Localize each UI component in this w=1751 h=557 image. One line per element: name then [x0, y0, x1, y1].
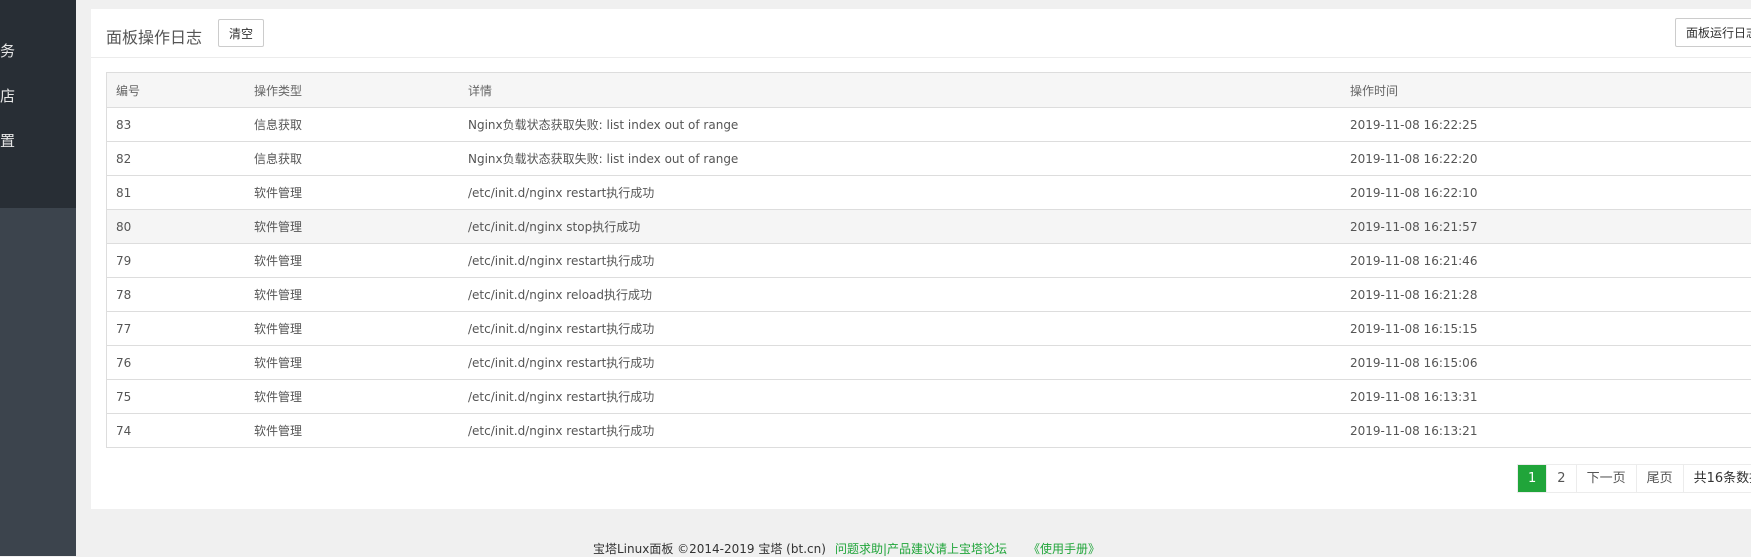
cell-time: 2019-11-08 16:15:06 [1341, 345, 1751, 380]
cell-detail: /etc/init.d/nginx restart执行成功 [459, 345, 1341, 380]
cell-time: 2019-11-08 16:15:15 [1341, 311, 1751, 346]
cell-time: 2019-11-08 16:22:20 [1341, 141, 1751, 176]
page-1-button[interactable]: 1 [1518, 465, 1547, 492]
table-row: 81 软件管理/etc/init.d/nginx restart执行成功 2019-… [107, 175, 1751, 210]
cell-type: 软件管理 [245, 413, 459, 447]
cell-time: 2019-11-08 16:13:21 [1341, 413, 1751, 447]
last-page-button[interactable]: 尾页 [1635, 465, 1683, 492]
cell-detail: Nginx负载状态获取失败: list index out of range [459, 141, 1341, 176]
table-header-row: 编号 操作类型 详情 操作时间 [107, 73, 1751, 108]
copyright-text: 宝塔Linux面板 ©2014-2019 宝塔 (bt.cn) [593, 542, 826, 556]
table-row: 75 软件管理/etc/init.d/nginx restart执行成功 2019-… [107, 379, 1751, 414]
table-row: 80 软件管理/etc/init.d/nginx stop执行成功 2019-11-… [107, 209, 1751, 244]
next-page-button[interactable]: 下一页 [1575, 465, 1636, 492]
cell-type: 信息获取 [245, 141, 459, 176]
cell-time: 2019-11-08 16:21:46 [1341, 243, 1751, 278]
cell-time: 2019-11-08 16:21:57 [1341, 209, 1751, 244]
cell-detail: /etc/init.d/nginx reload执行成功 [459, 277, 1341, 312]
cell-detail: /etc/init.d/nginx restart执行成功 [459, 311, 1341, 346]
cell-time: 2019-11-08 16:22:25 [1341, 107, 1751, 142]
table-row: 79 软件管理/etc/init.d/nginx restart执行成功 2019-… [107, 243, 1751, 278]
page-2-button[interactable]: 2 [1546, 465, 1575, 492]
page-title: 面板操作日志 [106, 28, 203, 47]
cell-detail: /etc/init.d/nginx restart执行成功 [459, 379, 1341, 414]
cell-type: 软件管理 [245, 345, 459, 380]
table-row: 83 信息获取 Nginx负载状态获取失败: list index out of r… [107, 107, 1751, 142]
cell-type: 软件管理 [245, 311, 459, 346]
sidebar-item-tasks[interactable]: 务 [0, 41, 76, 61]
cell-detail: /etc/init.d/nginx restart执行成功 [459, 243, 1341, 278]
cell-time: 2019-11-08 16:21:28 [1341, 277, 1751, 312]
forum-link[interactable]: 问题求助|产品建议请上宝塔论坛 [835, 540, 1007, 557]
column-header-time: 操作时间 [1341, 73, 1751, 108]
cell-type: 软件管理 [245, 175, 459, 210]
pagination: 1 2 下一页 尾页 共16条数据 [1517, 464, 1751, 493]
table-row: 82 信息获取 Nginx负载状态获取失败: list index out of r… [107, 141, 1751, 176]
cell-id: 80 [107, 209, 245, 244]
sidebar: 务 店 置 [0, 0, 76, 556]
table-row: 78 软件管理/etc/init.d/nginx reload执行成功 2019-1… [107, 277, 1751, 312]
cell-time: 2019-11-08 16:13:31 [1341, 379, 1751, 414]
panel-run-log-button[interactable]: 面板运行日志 [1675, 18, 1751, 47]
cell-detail: Nginx负载状态获取失败: list index out of range [459, 107, 1341, 142]
cell-type: 软件管理 [245, 379, 459, 414]
column-header-type: 操作类型 [245, 73, 459, 108]
log-table: 编号 操作类型 详情 操作时间 83 信息获取 Nginx负载状态获取失败: lis… [106, 72, 1751, 448]
panel-header: 面板操作日志 清空 面板运行日志 [91, 9, 1751, 58]
cell-id: 81 [107, 175, 245, 210]
clear-button[interactable]: 清空 [218, 19, 265, 47]
cell-id: 83 [107, 107, 245, 142]
cell-id: 79 [107, 243, 245, 278]
table-row: 74 软件管理/etc/init.d/nginx restart执行成功 2019-… [107, 413, 1751, 447]
cell-detail: /etc/init.d/nginx restart执行成功 [459, 175, 1341, 210]
cell-time: 2019-11-08 16:22:10 [1341, 175, 1751, 210]
manual-link[interactable]: 《使用手册》 [1028, 540, 1100, 557]
cell-id: 75 [107, 379, 245, 414]
cell-type: 软件管理 [245, 277, 459, 312]
cell-id: 77 [107, 311, 245, 346]
cell-id: 82 [107, 141, 245, 176]
cell-detail: /etc/init.d/nginx stop执行成功 [459, 209, 1341, 244]
cell-type: 软件管理 [245, 209, 459, 244]
column-header-id: 编号 [107, 73, 245, 108]
cell-detail: /etc/init.d/nginx restart执行成功 [459, 413, 1341, 447]
cell-id: 74 [107, 413, 245, 447]
log-panel: 面板操作日志 清空 面板运行日志 编号 操作类型 详情 操作时间 83 信息获取 N… [91, 9, 1751, 509]
cell-id: 78 [107, 277, 245, 312]
total-count: 共16条数据 [1682, 465, 1751, 492]
table-row: 76 软件管理/etc/init.d/nginx restart执行成功 2019-… [107, 345, 1751, 380]
column-header-detail: 详情 [459, 73, 1341, 108]
table-row: 77 软件管理/etc/init.d/nginx restart执行成功 2019-… [107, 311, 1751, 346]
sidebar-item-store[interactable]: 店 [0, 86, 76, 106]
cell-type: 信息获取 [245, 107, 459, 142]
cell-type: 软件管理 [245, 243, 459, 278]
cell-id: 76 [107, 345, 245, 380]
sidebar-item-settings[interactable]: 置 [0, 131, 76, 151]
